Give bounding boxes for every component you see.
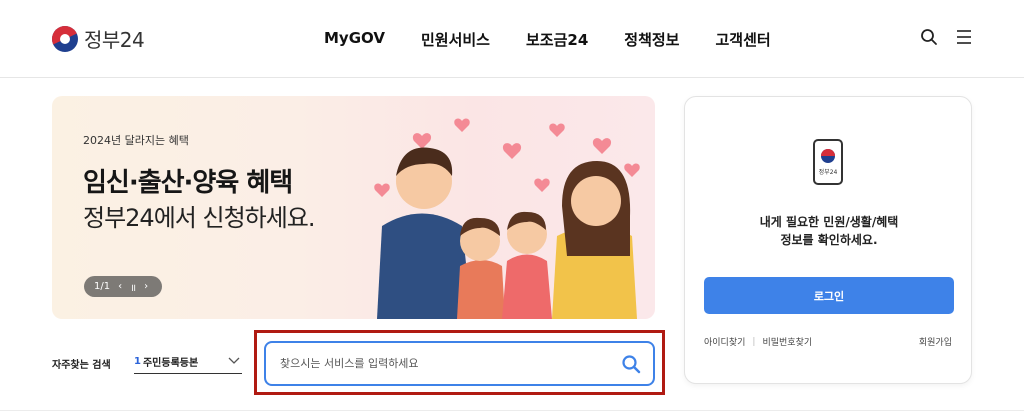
login-message-line2: 정보를 확인하세요.: [780, 233, 878, 247]
prev-slide-icon[interactable]: ‹: [118, 281, 122, 292]
nav-item-policy-info[interactable]: 정책정보: [624, 29, 679, 50]
chevron-down-icon: [228, 357, 240, 364]
slide-counter: 1/1: [94, 281, 111, 292]
banner-subtitle: 2024년 달라지는 혜택: [83, 134, 189, 147]
rank-number: 1: [134, 356, 141, 367]
nav-item-mygov[interactable]: MyGOV: [324, 29, 385, 50]
banner-title: 임신·출산·양육 혜택: [83, 168, 293, 198]
search-icon[interactable]: [920, 28, 938, 46]
link-divider: |: [752, 336, 756, 347]
frequent-search-label: 자주찾는 검색: [52, 360, 111, 371]
login-card: 정부24 내게 필요한 민원/생활/혜택 정보를 확인하세요. 로그인 아이디찾…: [684, 96, 972, 384]
section-divider: [0, 410, 1024, 411]
next-slide-icon[interactable]: ›: [144, 281, 148, 292]
frequent-search-value: 주민등록등본: [142, 358, 199, 369]
login-message-line1: 내게 필요한 민원/생활/혜택: [759, 215, 899, 229]
hamburger-menu-icon[interactable]: [955, 28, 973, 46]
login-button[interactable]: 로그인: [704, 277, 954, 314]
promo-banner[interactable]: 2024년 달라지는 혜택 임신·출산·양육 혜택 정부24에서 신청하세요. …: [52, 96, 655, 319]
nav-item-customer-center[interactable]: 고객센터: [715, 29, 770, 50]
account-links: 아이디찾기 | 비밀번호찾기: [704, 335, 812, 349]
slider-controls: 1/1 ‹ ॥ ›: [84, 276, 162, 297]
find-password-link[interactable]: 비밀번호찾기: [762, 335, 812, 348]
gov24-logo[interactable]: 정부24: [52, 24, 145, 53]
main-nav: MyGOV 민원서비스 보조금24 정책정보 고객센터: [324, 29, 771, 50]
family-illustration: [374, 118, 640, 319]
banner-title-secondary: 정부24에서 신청하세요.: [83, 204, 316, 232]
find-id-link[interactable]: 아이디찾기: [704, 335, 745, 348]
frequent-search-dropdown[interactable]: 1 주민등록등본: [134, 350, 242, 374]
search-input[interactable]: [280, 343, 610, 384]
logo-text: 정부24: [84, 28, 145, 52]
signup-link[interactable]: 회원가입: [919, 335, 952, 348]
nav-item-civil-services[interactable]: 민원서비스: [421, 29, 490, 50]
nav-item-subsidy24[interactable]: 보조금24: [526, 29, 588, 50]
login-message: 내게 필요한 민원/생활/혜택 정보를 확인하세요.: [685, 213, 973, 249]
taegeuk-logo-icon: [52, 25, 78, 52]
search-icon[interactable]: [621, 354, 641, 374]
search-box: [264, 341, 655, 386]
site-header: 정부24 MyGOV 민원서비스 보조금24 정책정보 고객센터: [0, 0, 1024, 78]
pause-icon[interactable]: ॥: [130, 280, 136, 294]
mobile-phone-icon: 정부24: [813, 139, 843, 185]
phone-app-label: 정부24: [818, 169, 838, 176]
